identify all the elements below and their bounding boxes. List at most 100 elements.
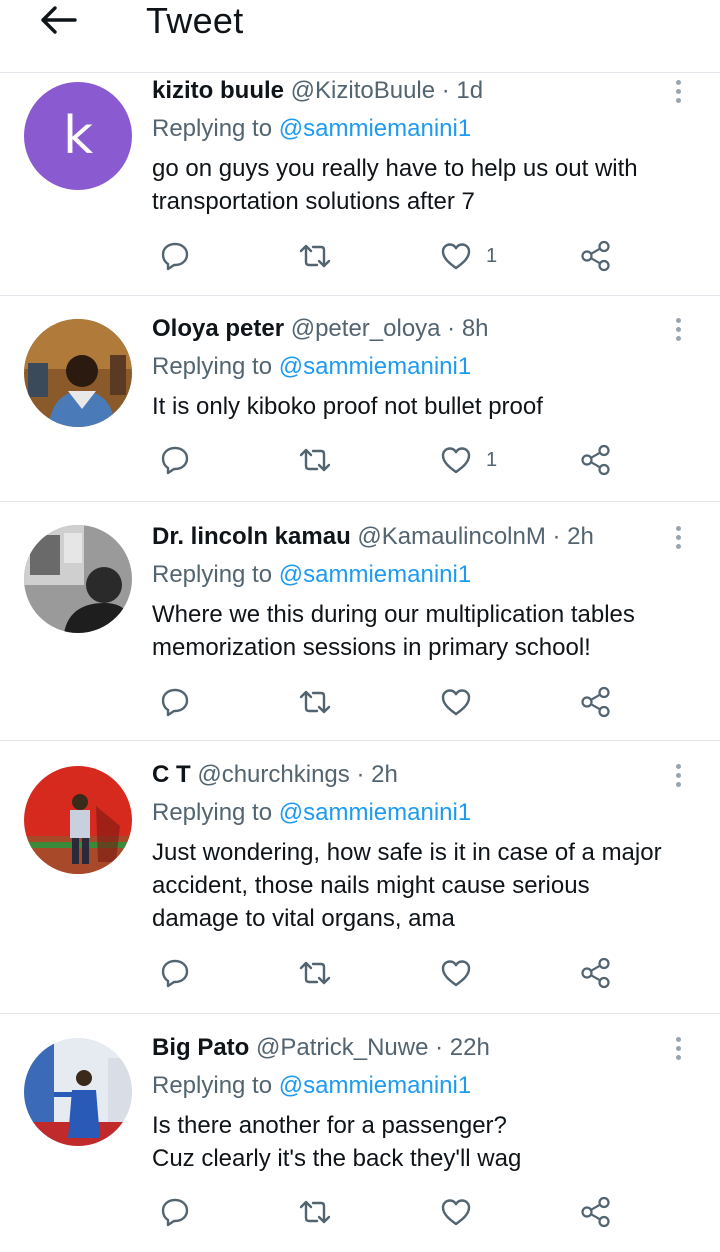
tweet-header: kizito buule @KizitoBuule · 1d xyxy=(152,74,672,108)
like-button[interactable] xyxy=(440,1192,472,1232)
tweet-reply[interactable]: Oloya peter @peter_oloya · 8h Replying t… xyxy=(0,297,720,502)
share-icon xyxy=(581,444,610,476)
handle-and-time: @churchkings · 2h xyxy=(197,761,398,788)
retweet-icon xyxy=(299,690,331,714)
replying-to: Replying to @sammiemanini1 xyxy=(152,558,672,592)
more-icon xyxy=(675,763,681,769)
reply-button[interactable] xyxy=(160,236,190,276)
replying-label: Replying to xyxy=(152,561,273,588)
tweet-reply[interactable]: k kizito buule @KizitoBuule · 1d Replyin… xyxy=(0,74,720,296)
more-options-button[interactable] xyxy=(668,758,688,792)
tweet-text-line: Cuz clearly it's the back they'll wag xyxy=(152,1145,522,1172)
page-title: Tweet xyxy=(146,0,244,41)
reply-button[interactable] xyxy=(160,682,190,722)
reply-button[interactable] xyxy=(160,1192,190,1232)
share-button[interactable] xyxy=(580,440,612,480)
like-count: 1 xyxy=(486,448,498,471)
tweet-header: Big Pato @Patrick_Nuwe · 22h xyxy=(152,1031,672,1065)
retweet-icon xyxy=(299,244,331,268)
avatar[interactable] xyxy=(24,525,132,633)
more-options-button[interactable] xyxy=(668,1031,688,1065)
tweet-header: Dr. lincoln kamau @KamaulincolnM · 2h xyxy=(152,520,672,554)
avatar-photo xyxy=(24,319,132,427)
display-name[interactable]: Big Pato xyxy=(152,1034,249,1061)
avatar[interactable] xyxy=(24,319,132,427)
tweet-text: Where we this during our multiplication … xyxy=(152,601,635,661)
retweet-button[interactable] xyxy=(298,953,332,993)
more-icon xyxy=(675,525,681,531)
share-icon xyxy=(581,1196,610,1228)
reply-handle-link[interactable]: @sammiemanini1 xyxy=(279,561,471,588)
replying-label: Replying to xyxy=(152,799,273,826)
back-button[interactable] xyxy=(38,2,78,38)
more-icon xyxy=(675,1036,681,1042)
more-options-button[interactable] xyxy=(668,74,688,108)
like-icon xyxy=(441,243,471,270)
retweet-button[interactable] xyxy=(298,682,332,722)
replying-to: Replying to @sammiemanini1 xyxy=(152,1069,672,1103)
reply-handle-link[interactable]: @sammiemanini1 xyxy=(279,115,471,142)
avatar[interactable] xyxy=(24,766,132,874)
retweet-icon xyxy=(299,961,331,985)
share-icon xyxy=(581,686,610,718)
retweet-icon xyxy=(299,448,331,472)
like-icon xyxy=(441,960,471,987)
avatar[interactable]: k xyxy=(24,82,132,190)
top-bar: Tweet xyxy=(0,0,720,73)
tweet-text: It is only kiboko proof not bullet proof xyxy=(152,393,543,420)
share-button[interactable] xyxy=(580,682,612,722)
like-icon xyxy=(441,447,471,474)
reply-icon xyxy=(161,446,189,475)
tweet-reply[interactable]: Big Pato @Patrick_Nuwe · 22h Replying to… xyxy=(0,1015,720,1252)
like-button[interactable] xyxy=(440,953,472,993)
reply-icon xyxy=(161,1198,189,1227)
reply-icon xyxy=(161,688,189,717)
retweet-icon xyxy=(299,1200,331,1224)
tweet-actions xyxy=(152,953,632,993)
reply-icon xyxy=(161,959,189,988)
share-button[interactable] xyxy=(580,1192,612,1232)
share-button[interactable] xyxy=(580,236,612,276)
like-count: 1 xyxy=(486,244,498,267)
tweet-text-line: Is there another for a passenger? xyxy=(152,1112,507,1139)
replying-label: Replying to xyxy=(152,353,273,380)
tweet-actions xyxy=(152,1192,632,1232)
like-button[interactable]: 1 xyxy=(440,236,497,276)
reply-handle-link[interactable]: @sammiemanini1 xyxy=(279,799,471,826)
retweet-button[interactable] xyxy=(298,440,332,480)
share-icon xyxy=(581,240,610,272)
like-icon xyxy=(441,689,471,716)
share-icon xyxy=(581,957,610,989)
avatar-photo xyxy=(24,525,132,633)
display-name[interactable]: Dr. lincoln kamau xyxy=(152,523,351,550)
reply-button[interactable] xyxy=(160,440,190,480)
reply-button[interactable] xyxy=(160,953,190,993)
tweet-reply[interactable]: Dr. lincoln kamau @KamaulincolnM · 2h Re… xyxy=(0,503,720,741)
tweet-header: Oloya peter @peter_oloya · 8h xyxy=(152,312,672,346)
more-options-button[interactable] xyxy=(668,312,688,346)
replying-to: Replying to @sammiemanini1 xyxy=(152,112,672,146)
avatar-photo xyxy=(24,766,132,874)
tweet-actions: 1 xyxy=(152,440,632,480)
more-icon xyxy=(675,79,681,85)
like-button[interactable]: 1 xyxy=(440,440,497,480)
avatar[interactable] xyxy=(24,1038,132,1146)
more-options-button[interactable] xyxy=(668,520,688,554)
display-name[interactable]: Oloya peter xyxy=(152,315,284,342)
retweet-button[interactable] xyxy=(298,1192,332,1232)
display-name[interactable]: C T xyxy=(152,761,191,788)
arrow-left-icon xyxy=(41,6,77,34)
replying-label: Replying to xyxy=(152,115,273,142)
tweet-header: C T @churchkings · 2h xyxy=(152,758,672,792)
retweet-button[interactable] xyxy=(298,236,332,276)
share-button[interactable] xyxy=(580,953,612,993)
handle-and-time: @peter_oloya · 8h xyxy=(290,315,489,342)
reply-handle-link[interactable]: @sammiemanini1 xyxy=(279,1072,471,1099)
handle-and-time: @KizitoBuule · 1d xyxy=(290,77,484,104)
reply-handle-link[interactable]: @sammiemanini1 xyxy=(279,353,471,380)
tweet-reply[interactable]: C T @churchkings · 2h Replying to @sammi… xyxy=(0,742,720,1014)
avatar-letter: k xyxy=(24,82,132,190)
handle-and-time: @Patrick_Nuwe · 22h xyxy=(256,1034,490,1061)
like-button[interactable] xyxy=(440,682,472,722)
display-name[interactable]: kizito buule xyxy=(152,77,284,104)
